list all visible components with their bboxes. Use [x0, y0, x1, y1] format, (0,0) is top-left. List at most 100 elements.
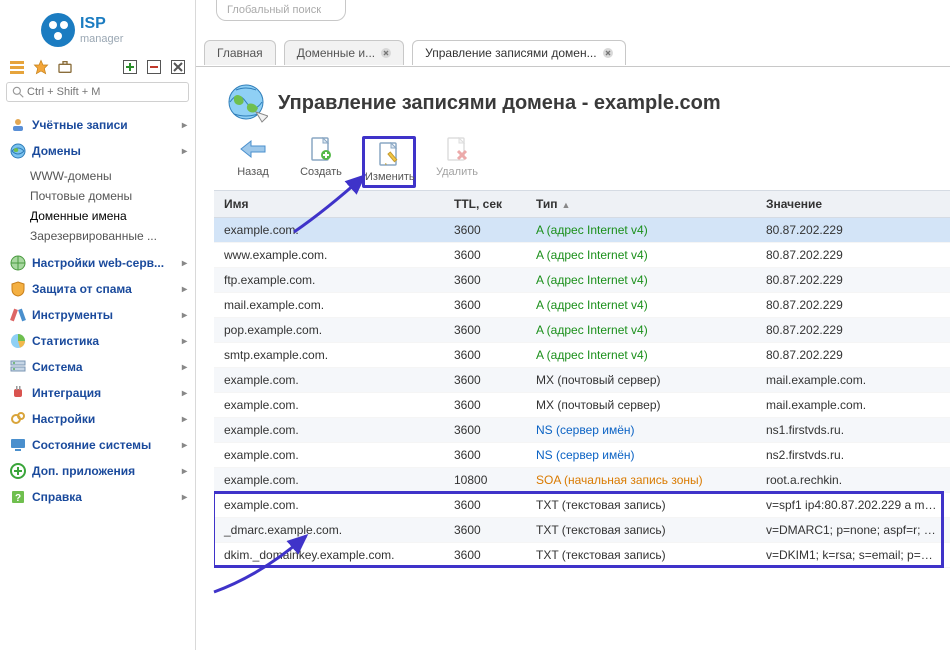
- close-icon[interactable]: [381, 48, 391, 58]
- table-row[interactable]: dkim._domainkey.example.com.3600TXT (тек…: [214, 543, 950, 568]
- toolbar-icon-list[interactable]: [8, 58, 26, 76]
- table-row[interactable]: example.com.3600NS (сервер имён)ns1.firs…: [214, 418, 950, 443]
- cell-value: 80.87.202.229: [756, 318, 950, 343]
- sidebar-item-11[interactable]: ?Справка▸: [0, 484, 195, 510]
- sidebar-item-label: Защита от спама: [32, 282, 132, 296]
- col-name[interactable]: Имя: [214, 191, 444, 218]
- tab-label: Управление записями домен...: [425, 46, 596, 60]
- cell-name: pop.example.com.: [214, 318, 444, 343]
- sidebar-item-label: Интеграция: [32, 386, 101, 400]
- star-icon[interactable]: [32, 58, 50, 76]
- tab-1[interactable]: Доменные и...: [284, 40, 404, 65]
- table-row[interactable]: _dmarc.example.com.3600TXT (текстовая за…: [214, 518, 950, 543]
- global-search[interactable]: Глобальный поиск: [216, 0, 346, 21]
- delete-label: Удалить: [430, 166, 484, 178]
- sidebar-child-3[interactable]: Зарезервированные ...: [30, 226, 195, 246]
- sidebar-nav: Учётные записи▸Домены▸WWW-доменыПочтовые…: [0, 108, 195, 510]
- cell-ttl: 3600: [444, 368, 526, 393]
- cell-ttl: 3600: [444, 243, 526, 268]
- cell-type: A (адрес Internet v4): [526, 293, 756, 318]
- search-icon: [11, 85, 25, 99]
- cell-type: A (адрес Internet v4): [526, 268, 756, 293]
- close-icon[interactable]: [603, 48, 613, 58]
- briefcase-icon[interactable]: [56, 58, 74, 76]
- cell-name: example.com.: [214, 468, 444, 493]
- table-row[interactable]: example.com.3600MX (почтовый сервер)mail…: [214, 393, 950, 418]
- tab-label: Главная: [217, 46, 263, 60]
- table-row[interactable]: www.example.com.3600A (адрес Internet v4…: [214, 243, 950, 268]
- sidebar-item-7[interactable]: Интеграция▸: [0, 380, 195, 406]
- cell-value: ns1.firstvds.ru.: [756, 418, 950, 443]
- back-button[interactable]: Назад: [226, 136, 280, 188]
- table-row[interactable]: mail.example.com.3600A (адрес Internet v…: [214, 293, 950, 318]
- table-row[interactable]: example.com.3600MX (почтовый сервер)mail…: [214, 368, 950, 393]
- tab-bar: Главная Доменные и... Управление записями …: [204, 40, 626, 65]
- table-row[interactable]: pop.example.com.3600A (адрес Internet v4…: [214, 318, 950, 343]
- sidebar-child-1[interactable]: Почтовые домены: [30, 186, 195, 206]
- create-button[interactable]: Создать: [294, 136, 348, 188]
- sidebar-child-0[interactable]: WWW-домены: [30, 166, 195, 186]
- sidebar-item-label: Домены: [32, 144, 81, 158]
- cell-type: A (адрес Internet v4): [526, 243, 756, 268]
- page-header: Управление записями домена - example.com: [226, 82, 721, 124]
- cell-name: smtp.example.com.: [214, 343, 444, 368]
- document-edit-icon: [378, 142, 400, 166]
- sidebar-item-4[interactable]: Инструменты▸: [0, 302, 195, 328]
- sidebar-item-2[interactable]: Настройки web-серв...▸: [0, 250, 195, 276]
- sidebar-search[interactable]: [6, 82, 189, 102]
- delete-button[interactable]: Удалить: [430, 136, 484, 188]
- cell-type: NS (сервер имён): [526, 443, 756, 468]
- sidebar-item-6[interactable]: Система▸: [0, 354, 195, 380]
- cell-ttl: 3600: [444, 543, 526, 568]
- table-row[interactable]: example.com.3600A (адрес Internet v4)80.…: [214, 218, 950, 243]
- sidebar-item-8[interactable]: Настройки▸: [0, 406, 195, 432]
- cell-value: 80.87.202.229: [756, 293, 950, 318]
- col-type[interactable]: Тип▲: [526, 191, 756, 218]
- page-title: Управление записями домена - example.com: [278, 92, 721, 115]
- cell-ttl: 3600: [444, 493, 526, 518]
- table-row[interactable]: smtp.example.com.3600A (адрес Internet v…: [214, 343, 950, 368]
- sidebar-child-2[interactable]: Доменные имена: [30, 206, 195, 226]
- cell-value: mail.example.com.: [756, 368, 950, 393]
- cell-type: TXT (текстовая запись): [526, 518, 756, 543]
- cell-type: SOA (начальная запись зоны): [526, 468, 756, 493]
- arrow-left-icon: [239, 139, 267, 159]
- tab-2[interactable]: Управление записями домен...: [412, 40, 625, 65]
- plus-box-icon[interactable]: [121, 58, 139, 76]
- global-search-placeholder[interactable]: Глобальный поиск: [216, 0, 346, 21]
- cell-type: TXT (текстовая запись): [526, 493, 756, 518]
- brand-bottom: manager: [80, 33, 124, 45]
- table-row[interactable]: example.com.3600TXT (текстовая запись)v=…: [214, 493, 950, 518]
- sidebar: ISP manager: [0, 0, 196, 650]
- cell-type: A (адрес Internet v4): [526, 218, 756, 243]
- cell-type: A (адрес Internet v4): [526, 343, 756, 368]
- sidebar-item-1[interactable]: Домены▸: [0, 138, 195, 164]
- web-icon: [10, 255, 26, 271]
- sidebar-item-9[interactable]: Состояние системы▸: [0, 432, 195, 458]
- cell-value: 80.87.202.229: [756, 218, 950, 243]
- col-value[interactable]: Значение: [756, 191, 950, 218]
- table-row[interactable]: example.com.3600NS (сервер имён)ns2.firs…: [214, 443, 950, 468]
- sidebar-search-input[interactable]: [25, 85, 184, 99]
- cell-type: MX (почтовый сервер): [526, 393, 756, 418]
- minus-box-icon[interactable]: [145, 58, 163, 76]
- tab-0[interactable]: Главная: [204, 40, 276, 65]
- cell-type: MX (почтовый сервер): [526, 368, 756, 393]
- sidebar-item-10[interactable]: Доп. приложения▸: [0, 458, 195, 484]
- cell-name: mail.example.com.: [214, 293, 444, 318]
- table-row[interactable]: example.com.10800SOA (начальная запись з…: [214, 468, 950, 493]
- create-label: Создать: [294, 166, 348, 178]
- close-box-icon[interactable]: [169, 58, 187, 76]
- cell-name: example.com.: [214, 493, 444, 518]
- sidebar-item-0[interactable]: Учётные записи▸: [0, 112, 195, 138]
- cell-name: example.com.: [214, 418, 444, 443]
- sidebar-item-5[interactable]: Статистика▸: [0, 328, 195, 354]
- table-row[interactable]: ftp.example.com.3600A (адрес Internet v4…: [214, 268, 950, 293]
- chevron-right-icon: ▸: [182, 440, 187, 451]
- sidebar-item-3[interactable]: Защита от спама▸: [0, 276, 195, 302]
- col-ttl[interactable]: TTL, сек: [444, 191, 526, 218]
- action-bar: Назад Создать Изменить Удалить: [226, 136, 484, 188]
- sidebar-item-label: Учётные записи: [32, 118, 128, 132]
- edit-button[interactable]: Изменить: [362, 136, 416, 188]
- cell-name: example.com.: [214, 368, 444, 393]
